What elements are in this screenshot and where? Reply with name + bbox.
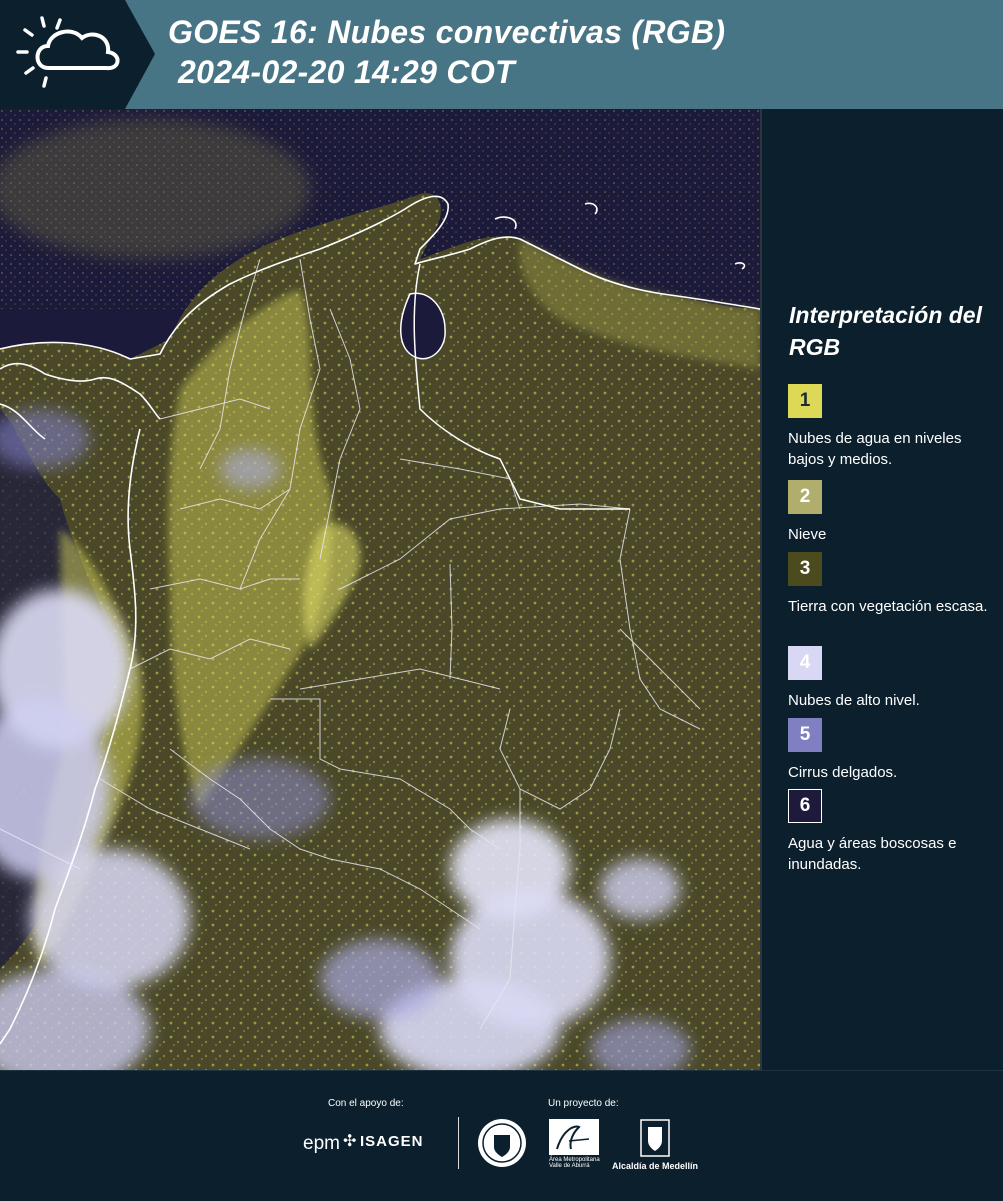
legend-swatch-6: 6: [788, 789, 822, 823]
footer-divider: [458, 1117, 459, 1169]
alcaldia-medellin-text: Alcaldía de Medellín: [612, 1161, 699, 1171]
legend-item-2: 2 Nieve: [788, 480, 988, 545]
isagen-logo[interactable]: ISAGEN: [360, 1133, 424, 1150]
legend-swatch-3: 3: [788, 552, 822, 586]
legend-label-6: Agua y áreas boscosas e inundadas.: [788, 835, 957, 873]
isagen-icon: ✣: [343, 1133, 357, 1150]
timestamp: 2024-02-20 14:29 COT: [178, 54, 515, 90]
legend-label-4: Nubes de alto nivel.: [788, 692, 920, 709]
legend-number-6: 6: [799, 795, 811, 816]
legend-swatch-1: 1: [788, 384, 822, 418]
legend-item-6: 6 Agua y áreas boscosas e inundadas.: [788, 789, 988, 875]
legend-number-5: 5: [799, 724, 811, 745]
page-title: GOES 16: Nubes convectivas (RGB): [168, 14, 726, 50]
siata-logo[interactable]: SIATA: [0, 0, 155, 109]
legend-item-5: 5 Cirrus delgados.: [788, 718, 988, 783]
legend-number-1: 1: [799, 390, 811, 411]
legend-label-5: Cirrus delgados.: [788, 764, 898, 781]
area-metropolitana-text: Área Metropolitana Valle de Aburrá: [549, 1157, 600, 1169]
support-label: Con el apoyo de:: [328, 1098, 404, 1109]
legend-label-3: Tierra con vegetación escasa.: [788, 598, 988, 615]
epm-logo[interactable]: epm: [303, 1133, 340, 1155]
legend-item-1: 1 Nubes de agua en niveles bajos y medio…: [788, 384, 988, 470]
satellite-map[interactable]: [0, 109, 762, 1070]
legend-swatch-2: 2: [788, 480, 822, 514]
project-label: Un proyecto de:: [548, 1098, 619, 1109]
footer: Con el apoyo de: Un proyecto de: epm ✣ I…: [0, 1070, 1003, 1201]
logo-text: SIATA: [50, 44, 96, 61]
satellite-image: [0, 109, 760, 1070]
legend-number-2: 2: [799, 486, 811, 507]
legend-item-4: 4 Nubes de alto nivel.: [788, 646, 988, 711]
legend-swatch-4: 4: [788, 646, 822, 680]
header-bar: SIATA GOES 16: Nubes convectivas (RGB) 2…: [0, 0, 1003, 109]
legend-label-1: Nubes de agua en niveles bajos y medios.: [788, 430, 962, 468]
legend-item-3: 3 Tierra con vegetación escasa.: [788, 552, 988, 617]
alcaldia-shield-icon[interactable]: [640, 1119, 670, 1157]
legend-title: Interpretación del RGB: [789, 302, 982, 360]
medellin-seal-icon[interactable]: [476, 1117, 528, 1169]
legend-swatch-5: 5: [788, 718, 822, 752]
rgb-legend: Interpretación del RGB 1 Nubes de agua e…: [776, 109, 1003, 1070]
legend-label-2: Nieve: [788, 526, 827, 543]
legend-number-3: 3: [799, 558, 811, 579]
legend-number-4: 4: [799, 652, 811, 673]
